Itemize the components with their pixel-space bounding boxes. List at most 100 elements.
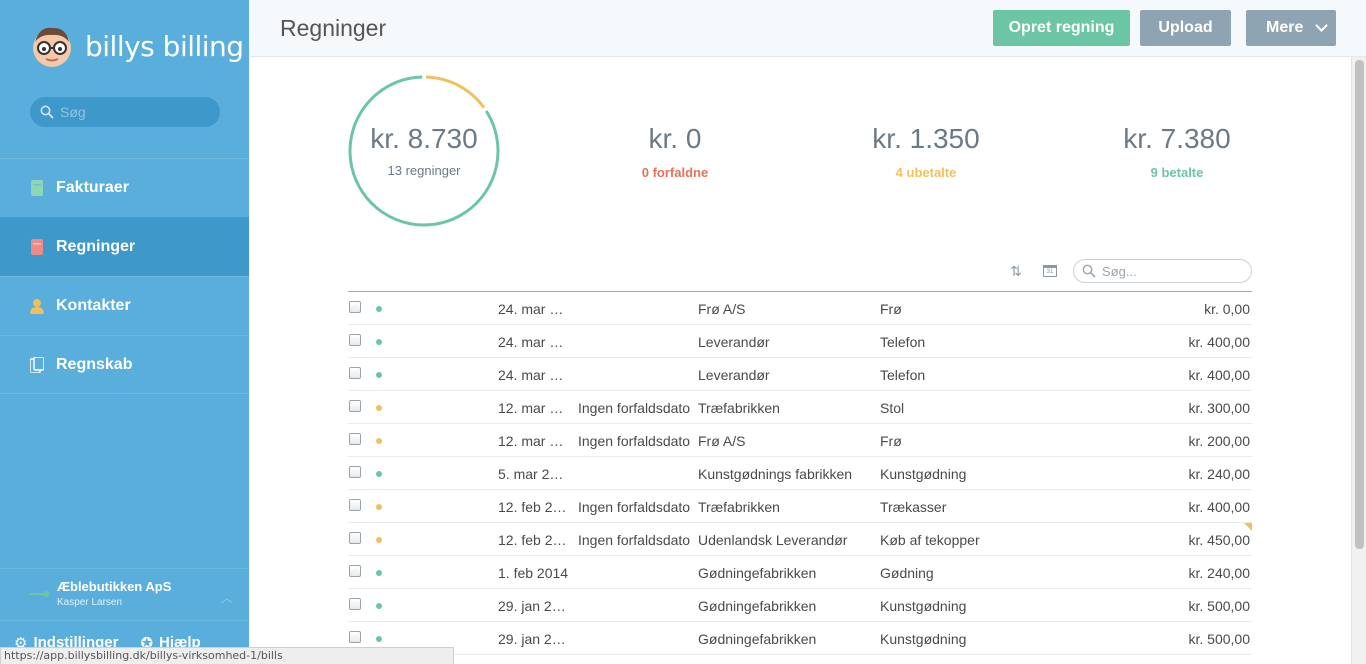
table-row[interactable]: 12. mar 2014 Ingen forfaldsdato Frø A/S Frø…: [348, 424, 1252, 457]
table-search[interactable]: [1073, 259, 1252, 283]
bill-vendor: Leverandør: [698, 334, 770, 350]
main-content: kr. 8.730 13 regninger kr. 0 0 forfaldne…: [250, 57, 1350, 664]
status-dot-icon: [376, 570, 382, 576]
overdue-label: 0 forfaldne: [641, 165, 709, 180]
table-row[interactable]: 1. feb 2014 Gødningefabrikken Gødning kr. 2…: [348, 556, 1252, 589]
bill-date: 12. feb 2014: [498, 532, 570, 548]
chevron-down-icon: [1315, 19, 1329, 32]
total-value: kr. 8.730: [370, 123, 478, 154]
bill-due-date: Ingen forfaldsdato: [578, 433, 691, 449]
bill-amount: kr. 400,00: [1188, 334, 1251, 350]
bill-date: 5. mar 2014: [498, 466, 570, 482]
sidebar-item-kontakter[interactable]: Kontakter: [0, 276, 249, 335]
row-checkbox[interactable]: [349, 367, 361, 379]
bill-due-date: Ingen forfaldsdato: [578, 532, 691, 548]
status-dot-icon: [376, 306, 382, 312]
company-name: Æblebutikken ApS: [57, 579, 172, 594]
bill-vendor: Gødningefabrikken: [698, 598, 817, 614]
bill-amount: kr. 400,00: [1188, 499, 1251, 515]
row-checkbox[interactable]: [349, 400, 361, 412]
company-switcher[interactable]: Æblebutikken ApS Kasper Larsen ︿: [0, 568, 249, 618]
bill-vendor: Gødningefabrikken: [698, 631, 817, 647]
status-dot-icon: [376, 438, 382, 444]
status-dot-icon: [376, 636, 382, 642]
bill-vendor: Træfabrikken: [698, 400, 780, 416]
status-dot-icon: [376, 504, 382, 510]
row-checkbox[interactable]: [349, 334, 361, 346]
bill-description: Gødning: [880, 565, 934, 581]
bill-description: Køb af tekopper: [880, 532, 980, 548]
upload-button[interactable]: Upload: [1140, 10, 1231, 46]
bill-description: Frø: [880, 433, 902, 449]
bill-amount: kr. 300,00: [1188, 400, 1251, 416]
bill-description: Frø: [880, 301, 902, 317]
scrollbar-thumb[interactable]: [1355, 60, 1364, 549]
contact-icon: [30, 299, 44, 314]
table-row[interactable]: 24. mar 2014 Leverandør Telefon kr. 400,00: [348, 325, 1252, 358]
total-summary[interactable]: kr. 8.730 13 regninger: [348, 75, 500, 227]
sidebar-nav: Fakturaer Regninger Kontakter Regnskab: [0, 158, 249, 394]
search-icon: [40, 105, 54, 119]
sidebar-item-fakturaer[interactable]: Fakturaer: [0, 158, 249, 217]
bill-amount: kr. 240,00: [1188, 565, 1251, 581]
table-row[interactable]: 5. mar 2014 Kunstgødnings fabrikken Kunstg…: [348, 457, 1252, 490]
table-row[interactable]: 24. mar 2014 Frø A/S Frø kr. 0,00: [348, 292, 1252, 325]
status-dot-icon: [376, 603, 382, 609]
bill-description: Trækasser: [880, 499, 947, 515]
sidebar-search[interactable]: [30, 97, 220, 127]
table-row[interactable]: 24. mar 2014 Leverandør Telefon kr. 400,00: [348, 358, 1252, 391]
bill-vendor: Kunstgødnings fabrikken: [698, 466, 853, 482]
row-checkbox[interactable]: [349, 532, 361, 544]
logo[interactable]: billys billing: [30, 22, 244, 70]
row-checkbox[interactable]: [349, 433, 361, 445]
paid-label: 9 betalte: [1150, 165, 1204, 180]
invoice-icon: [31, 180, 43, 196]
table-search-input[interactable]: [1102, 263, 1242, 279]
bill-description: Kunstgødning: [880, 598, 967, 614]
total-label: 13 regninger: [387, 163, 461, 178]
bill-amount: kr. 0,00: [1204, 301, 1250, 317]
chevron-up-icon: ︿: [220, 591, 233, 605]
bill-date: 29. jan 2014: [498, 598, 570, 614]
scrollbar[interactable]: [1351, 57, 1366, 664]
bill-date: 12. mar 2014: [498, 400, 570, 416]
table-row[interactable]: 29. jan 2014 Gødningefabrikken Kunstgødnin…: [348, 589, 1252, 622]
table-row[interactable]: 12. feb 2014 Ingen forfaldsdato Træfabrikk…: [348, 490, 1252, 523]
row-checkbox[interactable]: [349, 565, 361, 577]
page-header: Regninger Opret regning Upload Mere: [250, 0, 1366, 57]
bill-vendor: Frø A/S: [698, 433, 746, 449]
sidebar-item-regnskab[interactable]: Regnskab: [0, 335, 249, 394]
bill-amount: kr. 450,00: [1188, 532, 1251, 548]
row-checkbox[interactable]: [349, 466, 361, 478]
status-dot-icon: [376, 537, 382, 543]
more-button[interactable]: Mere: [1246, 10, 1336, 46]
bill-due-date: Ingen forfaldsdato: [578, 499, 691, 515]
sidebar-search-input[interactable]: [60, 104, 210, 120]
bill-amount: kr. 240,00: [1188, 466, 1251, 482]
bill-date: 1. feb 2014: [498, 565, 569, 581]
paid-summary[interactable]: kr. 7.380 9 betalte: [1077, 123, 1277, 180]
table-row[interactable]: 12. mar 2014 Ingen forfaldsdato Træfabrikk…: [348, 391, 1252, 424]
row-checkbox[interactable]: [349, 499, 361, 511]
bill-date: 12. feb 2014: [498, 499, 570, 515]
row-checkbox[interactable]: [349, 631, 361, 643]
create-bill-button[interactable]: Opret regning: [993, 10, 1130, 46]
sidebar-item-regninger[interactable]: Regninger: [0, 217, 249, 276]
table-row[interactable]: 12. feb 2014 Ingen forfaldsdato Udenlandsk…: [348, 523, 1252, 556]
bill-description: Stol: [880, 400, 905, 416]
table-row[interactable]: 29. jan 2014 Gødningefabrikken Kunstgødnin…: [348, 622, 1252, 655]
calendar-icon[interactable]: 31: [1040, 261, 1060, 281]
sidebar-item-label: Kontakter: [56, 297, 131, 314]
sort-icon[interactable]: ⇅: [1006, 261, 1026, 281]
row-checkbox[interactable]: [349, 301, 361, 313]
bill-description: Kunstgødning: [880, 631, 967, 647]
overdue-summary[interactable]: kr. 0 0 forfaldne: [575, 123, 775, 180]
sidebar: billys billing Fakturaer Regninger Konta…: [0, 0, 249, 664]
search-icon: [1082, 264, 1096, 278]
bill-amount: kr. 500,00: [1188, 631, 1251, 647]
bill-amount: kr. 200,00: [1188, 433, 1251, 449]
row-checkbox[interactable]: [349, 598, 361, 610]
status-dot-icon: [376, 339, 382, 345]
bill-vendor: Udenlandsk Leverandør: [698, 532, 848, 548]
unpaid-summary[interactable]: kr. 1.350 4 ubetalte: [826, 123, 1026, 180]
